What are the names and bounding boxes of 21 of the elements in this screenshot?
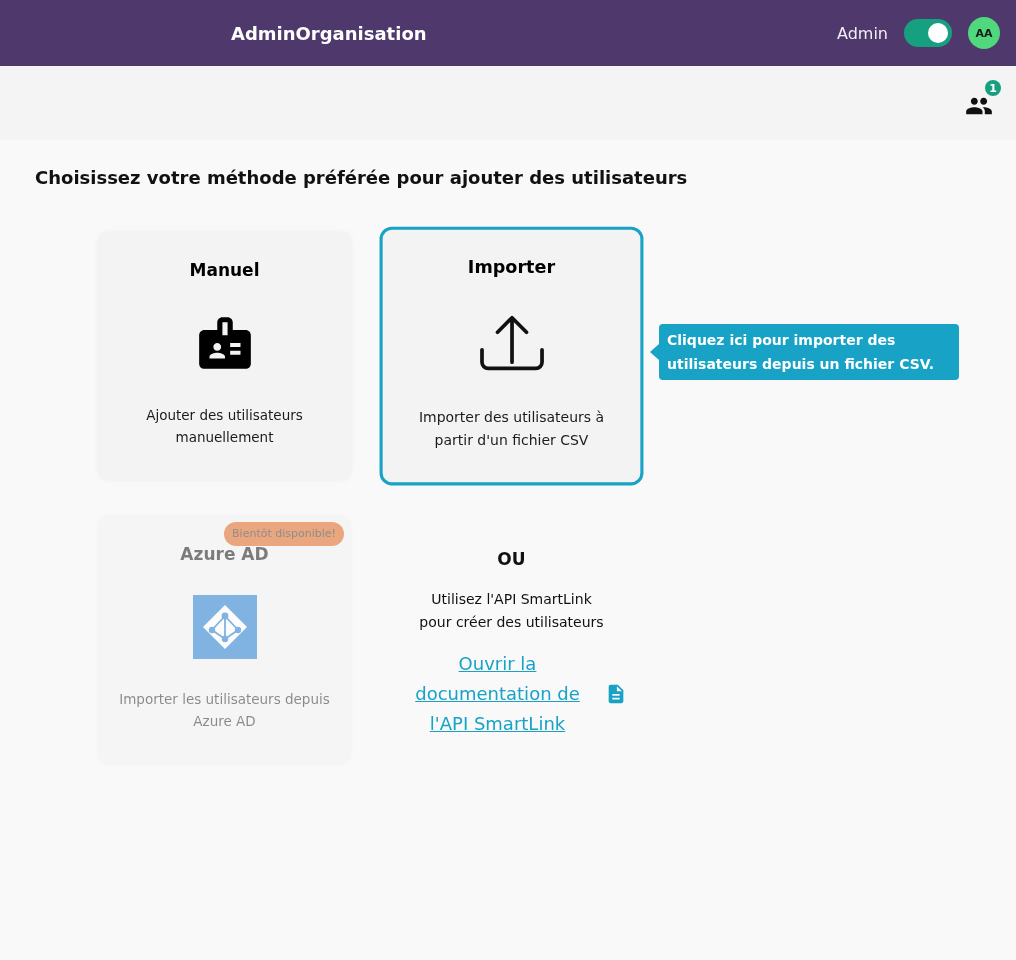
card-description: Ajouter des utilisateurs manuellement (145, 406, 304, 447)
card-title: Manuel (189, 259, 260, 281)
users-button[interactable] (966, 96, 992, 116)
app-title: AdminOrganisation (231, 22, 427, 44)
hint-tooltip: Cliquez ici pour importer des utilisateurs depuis un fichier CSV. (650, 324, 959, 380)
card-title: Importer (467, 255, 556, 279)
role-label: Admin (837, 23, 888, 43)
notification-badge: 1 (985, 80, 1001, 96)
card-description: Importer des utilisateurs à partir d'un fichier CSV (417, 407, 606, 451)
page-heading: Choisissez votre méthode préférée pour ajouter des utilisateurs (35, 166, 688, 190)
or-separator: OU (497, 548, 526, 570)
upload-icon (478, 314, 545, 371)
coming-soon-badge: Bientôt disponible! (224, 522, 344, 546)
azure-logo-icon (192, 595, 257, 659)
api-description: Utilisez l'API SmartLink pour créer des utilisateurs (418, 590, 605, 632)
user-avatar[interactable]: AA (968, 17, 1000, 49)
method-card[interactable]: Importer Importer des utilisateurs à partir d'un fichier CSV (379, 226, 644, 486)
method-card[interactable]: Manuel Ajouter des utilisateurs manuellement (97, 231, 352, 481)
card-description: Importer les utilisateurs depuis Azure AD (118, 690, 331, 731)
admin-toggle[interactable] (904, 19, 952, 47)
card-title: Azure AD (180, 543, 269, 565)
